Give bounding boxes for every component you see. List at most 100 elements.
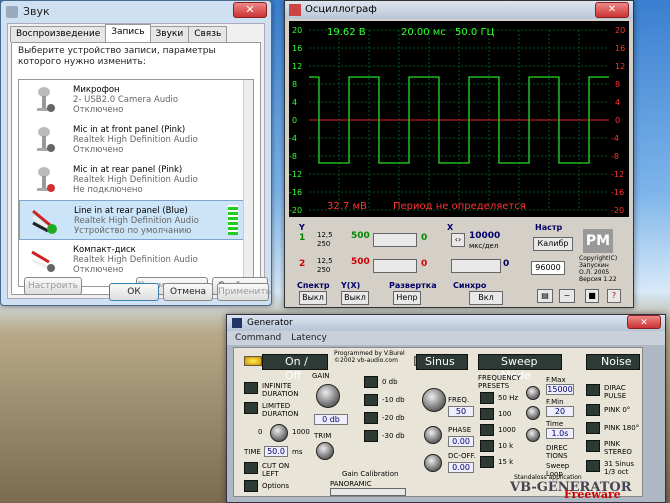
voltage-readout: 19.62 В	[327, 27, 366, 38]
menu-command[interactable]: Command	[235, 333, 281, 343]
limited-duration-button[interactable]	[244, 402, 258, 414]
sync-label: Синхро	[453, 281, 487, 290]
device-item[interactable]: Mic in at rear panel (Pink) Realtek High …	[19, 160, 253, 200]
apply-button[interactable]: Применить	[217, 283, 271, 301]
preset-50hz-button[interactable]	[480, 392, 494, 404]
panoramic-label: PANORAMIC	[330, 480, 372, 488]
ch2-range-250[interactable]: 250	[317, 266, 330, 274]
directions-label[interactable]: DIREC TIONS	[546, 444, 576, 460]
device-item[interactable]: Mic in at front panel (Pink) Realtek High…	[19, 120, 253, 160]
cut-on-left-button[interactable]	[244, 462, 258, 474]
device-item-selected[interactable]: Line in at rear panel (Blue) Realtek High…	[19, 200, 253, 240]
axis-label-left: 4	[292, 98, 298, 107]
panoramic-slider[interactable]	[330, 488, 406, 496]
device-status: Отключено	[73, 265, 124, 275]
axis-label-right: -12	[611, 170, 625, 179]
dirac-pulse-label: DIRAC PULSE	[604, 384, 627, 400]
axis-label-left: -20	[289, 206, 303, 215]
ch2-range-125[interactable]: 12,5	[317, 257, 333, 265]
noise-button[interactable]: Noise	[586, 354, 640, 370]
menu-latency[interactable]: Latency	[291, 333, 327, 343]
preset-1000-button[interactable]	[480, 424, 494, 436]
ch1-range-125[interactable]: 12,5	[317, 231, 333, 239]
sinus-third-oct-button[interactable]	[586, 460, 600, 472]
device-name: Микрофон	[73, 85, 120, 95]
gen-close-button[interactable]: ✕	[627, 315, 661, 329]
device-item[interactable]: Микрофон 2- USB2.0 Camera Audio Отключено	[19, 80, 253, 120]
on-off-button[interactable]: On / Off	[262, 354, 328, 382]
x-offset-slider[interactable]	[451, 259, 501, 273]
cancel-button[interactable]: Отмена	[163, 283, 213, 301]
timebase-spinner[interactable]: ‹›	[451, 233, 465, 247]
ok-button[interactable]: ОК	[109, 283, 159, 301]
gain-10db-label: -10 db	[382, 396, 405, 404]
limited-duration-label: LIMITED DURATION	[262, 402, 299, 418]
wave-icon[interactable]: ~	[559, 289, 575, 303]
sound-title-bar[interactable]: Звук ✕	[1, 1, 271, 23]
tab-recording[interactable]: Запись	[105, 24, 151, 42]
close-button[interactable]: ✕	[233, 2, 267, 18]
y-section-label: Y	[299, 223, 305, 232]
trim-knob[interactable]	[316, 442, 334, 460]
ch1-range-250[interactable]: 250	[317, 240, 330, 248]
ch2-offset-slider[interactable]	[373, 259, 417, 273]
device-item[interactable]: Компакт-диск Realtek High Definition Audi…	[19, 240, 253, 280]
sinus-third-oct-label: 31 Sinus 1/3 oct	[604, 460, 635, 476]
phase-label: PHASE	[448, 426, 472, 434]
dirac-pulse-button[interactable]	[586, 384, 600, 396]
cut-on-left-label: CUT ON LEFT	[262, 462, 290, 478]
device-list-scrollbar[interactable]	[243, 80, 253, 286]
gen-title-bar[interactable]: Generator ✕	[227, 315, 665, 331]
pink-180-label: PINK 180°	[604, 424, 640, 432]
osc-close-button[interactable]: ✕	[595, 2, 629, 18]
freq-knob[interactable]	[422, 388, 446, 412]
preset-15k-button[interactable]	[480, 456, 494, 468]
sync-toggle[interactable]: Вкл	[469, 291, 503, 305]
pink-180-button[interactable]	[586, 422, 600, 434]
preset-50hz-label: 50 Hz	[498, 394, 519, 402]
scope-screen: 20 16 12 8 4 0 -4 -8 -12 -16 -20 20 16 1…	[289, 21, 629, 217]
help-icon[interactable]: ?	[607, 289, 621, 303]
credit-text: Programmed by V.Burel ©2002 vb-audio.com	[334, 350, 405, 364]
sweep-time-knob[interactable]	[526, 428, 540, 442]
gain-10db-button[interactable]	[364, 394, 378, 406]
preset-100-button[interactable]	[480, 408, 494, 420]
calibrate-button[interactable]: Калибр	[533, 237, 573, 251]
dc-offset-knob[interactable]	[424, 454, 442, 472]
tab-playback[interactable]: Воспроизведение	[10, 26, 107, 42]
sound-dialog: Звук ✕ Воспроизведение Запись Звуки Связь…	[0, 0, 272, 306]
preset-10k-button[interactable]	[480, 440, 494, 452]
tab-sounds[interactable]: Звуки	[149, 26, 190, 42]
gain-30db-button[interactable]	[364, 430, 378, 442]
options-button[interactable]	[244, 480, 258, 492]
pink-stereo-button[interactable]	[586, 440, 600, 452]
ch1-offset-slider[interactable]	[373, 233, 417, 247]
spectrum-label: Спектр	[297, 281, 330, 290]
gain-20db-label: -20 db	[382, 414, 405, 422]
gain-20db-button[interactable]	[364, 412, 378, 424]
infinite-duration-button[interactable]	[244, 382, 258, 394]
time-knob[interactable]	[270, 424, 288, 442]
spectrum-toggle[interactable]: Выкл	[299, 291, 327, 305]
tab-communications[interactable]: Связь	[188, 26, 228, 42]
fmin-knob[interactable]	[526, 406, 540, 420]
sweep-toggle[interactable]: Непр	[393, 291, 421, 305]
sinus-button[interactable]: Sinus	[416, 354, 468, 370]
osc-title-bar[interactable]: Осциллограф ✕	[285, 1, 633, 19]
fmax-knob[interactable]	[526, 386, 540, 400]
yx-toggle[interactable]: Выкл	[341, 291, 369, 305]
sample-rate-select[interactable]: 96000	[531, 261, 565, 275]
sweep-mode-button[interactable]: Sweep Mode	[478, 354, 562, 382]
oscilloscope-icon	[289, 4, 301, 16]
configure-button[interactable]: Настроить	[24, 277, 82, 295]
pink-stereo-label: PINK STEREO	[604, 440, 632, 456]
period-readout: Период не определяется	[393, 201, 526, 212]
gain-0db-button[interactable]	[364, 376, 378, 388]
gain-knob[interactable]	[316, 384, 340, 408]
phase-knob[interactable]	[424, 426, 442, 444]
folder-icon[interactable]: ▤	[537, 289, 553, 303]
pink-0-button[interactable]	[586, 404, 600, 416]
gen-title: Generator	[247, 318, 293, 328]
tab-bar: Воспроизведение Запись Звуки Связь	[8, 24, 264, 42]
save-icon[interactable]: ■	[585, 289, 599, 303]
